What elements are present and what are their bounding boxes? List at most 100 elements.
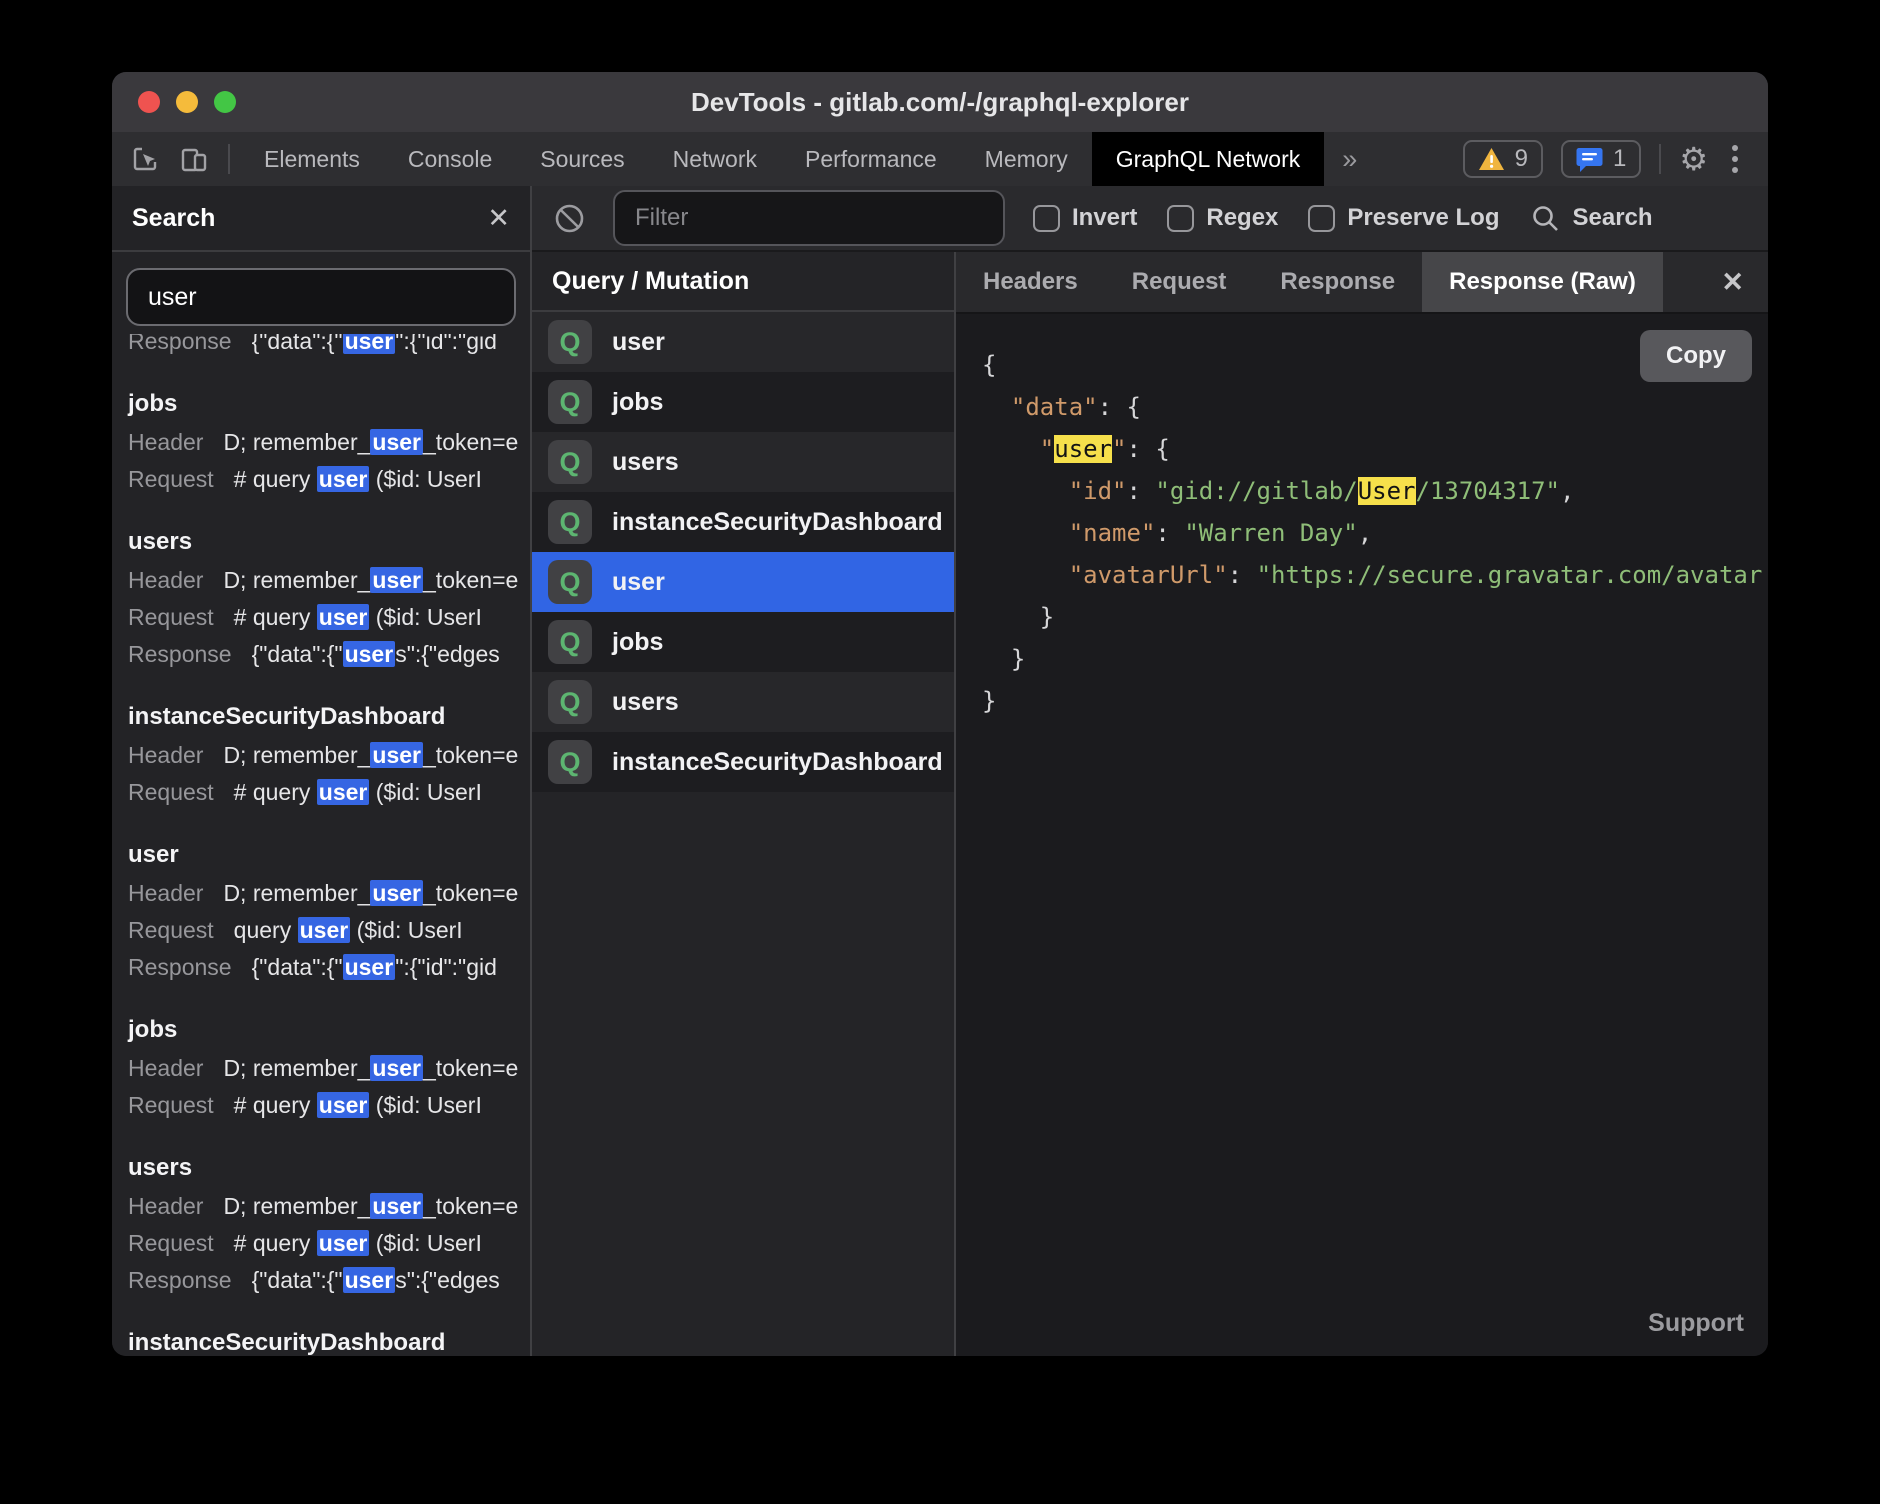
settings-gear-icon[interactable]: ⚙: [1679, 143, 1708, 175]
device-toolbar-icon[interactable]: [178, 143, 210, 175]
match-highlight: user: [317, 1092, 370, 1118]
checkbox-preserve-log[interactable]: Preserve Log: [1308, 204, 1499, 232]
checkbox-regex[interactable]: Regex: [1167, 204, 1278, 232]
checkbox-box[interactable]: [1167, 205, 1194, 232]
query-item-users[interactable]: Qusers: [532, 672, 954, 732]
checkbox-box[interactable]: [1033, 205, 1060, 232]
search-result-row[interactable]: Request# query user ($id: UserI: [128, 1225, 530, 1262]
result-row-label: Request: [128, 779, 214, 805]
detail-tabs: HeadersRequestResponseResponse (Raw) ✕: [956, 252, 1768, 314]
toolbar-search-label: Search: [1572, 204, 1652, 232]
json-line: }: [982, 596, 1768, 638]
search-results: Response{"data":{"user":{"id":"gidjobsHe…: [112, 334, 530, 1356]
search-result-row[interactable]: Request# query user ($id: UserI: [128, 461, 530, 498]
tabbar-right: 9 1 ⚙: [1463, 132, 1768, 186]
query-item-jobs[interactable]: Qjobs: [532, 372, 954, 432]
right-region: Invert Regex Preserve Log Search Query / M…: [532, 186, 1768, 1356]
query-item-instancesecuritydashboard[interactable]: QinstanceSecurityDashboard: [532, 492, 954, 552]
checkbox-label: Regex: [1206, 204, 1278, 232]
issues-badge[interactable]: 1: [1561, 140, 1641, 178]
query-item-instancesecuritydashboard[interactable]: QinstanceSecurityDashboard: [532, 732, 954, 792]
search-result-row[interactable]: HeaderD; remember_user_token=e: [128, 1050, 530, 1087]
tab-graphql-network[interactable]: GraphQL Network: [1092, 132, 1325, 186]
search-result-row[interactable]: HeaderD; remember_user_token=e: [128, 875, 530, 912]
tab-elements[interactable]: Elements: [240, 132, 384, 186]
search-result-row[interactable]: HeaderD; remember_user_token=e: [128, 737, 530, 774]
search-result-row[interactable]: HeaderD; remember_user_token=e: [128, 562, 530, 599]
search-result-row[interactable]: Request# query user ($id: UserI: [128, 774, 530, 811]
checkbox-box[interactable]: [1308, 205, 1335, 232]
result-row-label: Header: [128, 429, 203, 455]
result-section-title: jobs: [128, 384, 530, 424]
more-tabs-icon[interactable]: »: [1324, 132, 1375, 186]
warnings-badge[interactable]: 9: [1463, 140, 1543, 178]
result-section-title: user: [128, 835, 530, 875]
tab-sources[interactable]: Sources: [516, 132, 648, 186]
detail-tab-request[interactable]: Request: [1105, 252, 1254, 312]
match-highlight: user: [317, 466, 370, 492]
match-highlight-yellow: user: [1054, 435, 1112, 463]
minimize-window-button[interactable]: [176, 91, 198, 113]
tab-memory[interactable]: Memory: [961, 132, 1092, 186]
zoom-window-button[interactable]: [214, 91, 236, 113]
message-icon: [1576, 147, 1603, 172]
result-section-title: users: [128, 522, 530, 562]
checkbox-invert[interactable]: Invert: [1033, 204, 1137, 232]
search-icon: [1531, 204, 1560, 233]
tab-network[interactable]: Network: [649, 132, 781, 186]
titlebar: DevTools - gitlab.com/-/graphql-explorer: [112, 72, 1768, 132]
detail-tab-response[interactable]: Response: [1253, 252, 1422, 312]
tab-console[interactable]: Console: [384, 132, 516, 186]
search-result-row[interactable]: Response{"data":{"user":{"id":"gid: [128, 334, 497, 360]
tabbar-icons: [112, 132, 218, 186]
match-highlight: user: [343, 1267, 396, 1293]
traffic-lights: [138, 72, 236, 132]
query-item-jobs[interactable]: Qjobs: [532, 612, 954, 672]
kebab-menu-icon[interactable]: [1726, 145, 1744, 173]
result-row-label: Response: [128, 334, 232, 354]
block-icon[interactable]: [554, 203, 585, 234]
checkbox-label: Invert: [1072, 204, 1137, 232]
search-result-row[interactable]: HeaderD; remember_user_token=e: [128, 1188, 530, 1225]
search-result-row[interactable]: Request# query user ($id: UserI: [128, 599, 530, 636]
json-line: "data": {: [982, 386, 1768, 428]
query-type-badge: Q: [548, 620, 592, 664]
match-highlight: user: [370, 1055, 423, 1081]
search-result-row[interactable]: Request# query user ($id: UserI: [128, 1087, 530, 1124]
close-window-button[interactable]: [138, 91, 160, 113]
search-input[interactable]: [126, 268, 516, 326]
search-result-row[interactable]: Response{"data":{"users":{"edges: [128, 1262, 530, 1299]
search-result-row[interactable]: Response{"data":{"users":{"edges: [128, 636, 530, 673]
close-detail-icon[interactable]: ✕: [1697, 252, 1768, 312]
detail-tabs-strip: HeadersRequestResponseResponse (Raw): [956, 252, 1663, 312]
match-highlight: user: [343, 641, 396, 667]
query-item-label: user: [612, 328, 665, 357]
filter-input[interactable]: [613, 190, 1005, 246]
detail-panel: HeadersRequestResponseResponse (Raw) ✕ C…: [956, 252, 1768, 1356]
support-link[interactable]: Support: [956, 1297, 1768, 1356]
search-panel-title: Search: [132, 204, 215, 233]
query-panel-title: Query / Mutation: [532, 252, 954, 312]
detail-tab-headers[interactable]: Headers: [956, 252, 1105, 312]
result-row-label: Response: [128, 1267, 232, 1293]
window-title: DevTools - gitlab.com/-/graphql-explorer: [691, 87, 1189, 118]
match-highlight: user: [370, 742, 423, 768]
search-result-row[interactable]: HeaderD; remember_user_token=e: [128, 424, 530, 461]
json-line: }: [982, 638, 1768, 680]
search-result-row[interactable]: Response{"data":{"user":{"id":"gid: [128, 949, 530, 986]
result-row-label: Request: [128, 917, 214, 943]
inspect-element-icon[interactable]: [130, 143, 162, 175]
tab-performance[interactable]: Performance: [781, 132, 961, 186]
query-item-users[interactable]: Qusers: [532, 432, 954, 492]
detail-tab-response-raw[interactable]: Response (Raw): [1422, 252, 1663, 312]
toolbar-search[interactable]: Search: [1531, 204, 1652, 233]
json-line: "user": {: [982, 428, 1768, 470]
result-row-label: Header: [128, 880, 203, 906]
search-result-row[interactable]: Requestquery user ($id: UserI: [128, 912, 530, 949]
close-search-icon[interactable]: ✕: [487, 205, 510, 232]
query-item-user[interactable]: Quser: [532, 552, 954, 612]
query-type-badge: Q: [548, 380, 592, 424]
copy-button[interactable]: Copy: [1640, 330, 1752, 382]
query-item-user[interactable]: Quser: [532, 312, 954, 372]
query-item-label: instanceSecurityDashboard: [612, 748, 943, 777]
